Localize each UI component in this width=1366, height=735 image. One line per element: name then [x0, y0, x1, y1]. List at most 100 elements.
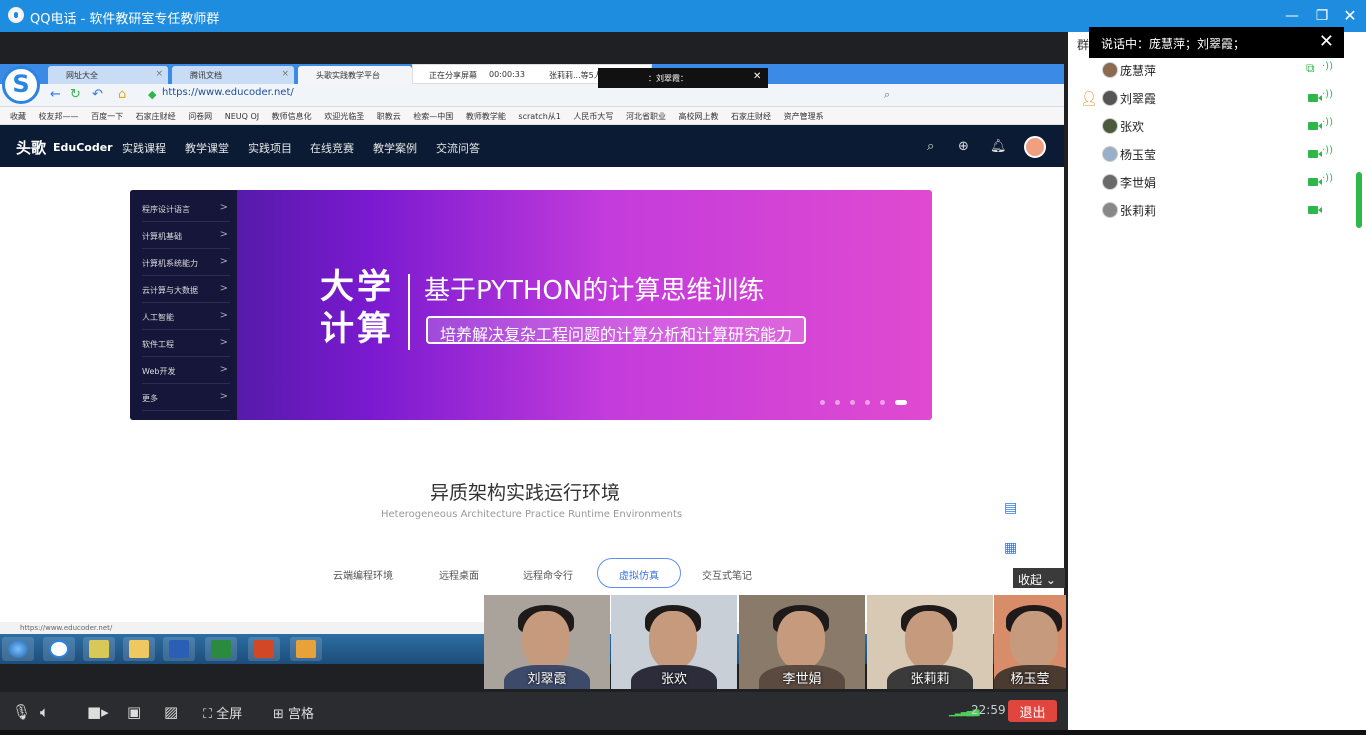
close-tab-icon[interactable]: × — [281, 69, 289, 79]
member-row[interactable]: 李世娟 ·)) — [1102, 168, 1352, 196]
category-item[interactable]: 计算机系统能力 > — [142, 250, 230, 276]
hero-banner[interactable]: 程序设计语言 > 计算机基础 > 计算机系统能力 > 云计算与大数据 > 人工智能 > 软… — [130, 190, 932, 420]
call-control-bar: 🎙︎ 🔈︎ ■▸ ▣ ▨ ⛶ 全屏 ⊞ 宫格 ▁▂▃▄▅ 22:59 退出 — [0, 692, 1068, 730]
url-input[interactable]: https://www.educoder.net/ — [162, 87, 294, 98]
site-logo[interactable]: 头歌 — [16, 137, 46, 158]
game-taskbar-icon[interactable] — [290, 637, 322, 661]
back-icon[interactable]: ← — [50, 87, 61, 102]
bookmark[interactable]: 收藏 — [10, 111, 26, 122]
section-subtitle: Heterogeneous Architecture Practice Runt… — [381, 509, 683, 520]
bookmark[interactable]: 河北省职业 — [626, 111, 666, 122]
bookmark[interactable]: 石家庄财经 — [731, 111, 771, 122]
microphone-icon[interactable]: 🎙︎ — [12, 703, 31, 721]
fullscreen-button[interactable]: ⛶ 全屏 — [203, 703, 242, 722]
carousel-dot[interactable] — [835, 400, 840, 405]
browser-tab[interactable]: 网址大全 × — [48, 66, 168, 84]
start-button[interactable] — [2, 637, 34, 661]
volume-icon: ·)) — [1322, 117, 1333, 128]
app-taskbar-icon[interactable] — [83, 637, 115, 661]
site-logo-en[interactable]: EduCoder — [53, 141, 113, 154]
exit-call-button[interactable]: 退出 — [1008, 700, 1057, 722]
nav-contests[interactable]: 在线竞赛 — [310, 140, 354, 156]
bookmark[interactable]: 教师教学能 — [466, 111, 506, 122]
category-item[interactable]: 更多 > — [142, 385, 230, 411]
bookmark[interactable]: 教师信息化 — [272, 111, 312, 122]
env-tab[interactable]: 远程命令行 — [523, 567, 573, 582]
whiteboard-icon[interactable]: ▨ — [164, 703, 178, 721]
category-item[interactable]: 人工智能 > — [142, 304, 230, 330]
carousel-dot-active[interactable] — [895, 400, 907, 405]
excel-taskbar-icon[interactable] — [205, 637, 237, 661]
bookmark[interactable]: 石家庄财经 — [136, 111, 176, 122]
env-tab-active[interactable]: 虚拟仿真 — [597, 558, 681, 588]
grid-button[interactable]: ⊞ 宫格 — [273, 703, 314, 722]
category-item[interactable]: 程序设计语言 > — [142, 196, 230, 222]
member-row[interactable]: 杨玉莹 ·)) — [1102, 140, 1352, 168]
bookmark[interactable]: 百度一下 — [91, 111, 123, 122]
chat-icon[interactable]: ▤ — [1004, 500, 1024, 520]
browser-taskbar-icon[interactable] — [43, 637, 75, 661]
category-item[interactable]: 云计算与大数据 > — [142, 277, 230, 303]
close-icon[interactable]: ✕ — [1319, 31, 1334, 52]
search-icon[interactable]: ⌕ — [927, 139, 934, 154]
nav-qa[interactable]: 交流问答 — [436, 140, 480, 156]
restore-icon[interactable]: ❐ — [1312, 6, 1332, 26]
member-row[interactable]: 庞慧萍 ⧉ ·)) — [1102, 56, 1352, 84]
member-row[interactable]: 张欢 ·)) — [1102, 112, 1352, 140]
nav-cases[interactable]: 教学案例 — [373, 140, 417, 156]
category-item[interactable]: Web开发 > — [142, 358, 230, 384]
video-tile[interactable]: 刘翠霞 — [484, 595, 610, 689]
env-tab[interactable]: 交互式笔记 — [702, 567, 752, 582]
collapse-button[interactable]: 收起 ⌄ — [1013, 568, 1065, 588]
video-tile[interactable]: 李世娟 — [739, 595, 865, 689]
add-icon[interactable]: ⊕ — [958, 139, 969, 154]
qrcode-icon[interactable]: ▦ — [1004, 540, 1024, 560]
browser-tab-active[interactable]: 头歌实践教学平台 — [298, 66, 412, 84]
bookmark[interactable]: 职教云 — [377, 111, 401, 122]
minimize-icon[interactable]: — — [1282, 6, 1302, 26]
bookmark[interactable]: 高校网上教 — [679, 111, 719, 122]
carousel-dot[interactable] — [865, 400, 870, 405]
category-item[interactable]: 计算机基础 > — [142, 223, 230, 249]
category-item[interactable]: 软件工程 > — [142, 331, 230, 357]
search-icon[interactable]: ⌕ — [884, 88, 890, 102]
video-name: 李世娟 — [782, 672, 822, 687]
nav-projects[interactable]: 实践项目 — [248, 140, 292, 156]
bookmark[interactable]: 人民币大写 — [573, 111, 613, 122]
bookmark[interactable]: NEUQ OJ — [225, 112, 259, 121]
member-row[interactable]: 张莉莉 — [1102, 196, 1352, 224]
bookmark[interactable]: scratch从1 — [518, 111, 560, 122]
camera-icon[interactable]: ■▸ — [87, 703, 109, 721]
member-row[interactable]: 刘翠霞 ·)) — [1102, 84, 1352, 112]
panel-scrollbar[interactable] — [1356, 172, 1362, 228]
browser-tab[interactable]: 腾讯文档 × — [172, 66, 294, 84]
avatar[interactable] — [1024, 136, 1046, 158]
env-tab[interactable]: 远程桌面 — [439, 567, 479, 582]
carousel-dot[interactable] — [880, 400, 885, 405]
env-tab[interactable]: 云端编程环境 — [333, 567, 393, 582]
close-icon[interactable]: ✕ — [1340, 6, 1360, 26]
undo-icon[interactable]: ↶ — [92, 87, 103, 102]
carousel-dot[interactable] — [850, 400, 855, 405]
video-tile[interactable]: 杨玉莹 — [994, 595, 1066, 689]
bookmark[interactable]: 欢迎光临圣 — [324, 111, 364, 122]
home-icon[interactable]: ⌂ — [118, 87, 126, 102]
video-tile[interactable]: 张欢 — [611, 595, 737, 689]
carousel-dot[interactable] — [820, 400, 825, 405]
screen-share-icon[interactable]: ▣ — [127, 703, 141, 721]
bookmark[interactable]: 校友邦—— — [39, 111, 79, 122]
bookmark[interactable]: 资产管理系 — [784, 111, 824, 122]
nav-classroom[interactable]: 教学课堂 — [185, 140, 229, 156]
close-icon[interactable]: ✕ — [753, 71, 761, 82]
folder-taskbar-icon[interactable] — [123, 637, 155, 661]
close-tab-icon[interactable]: × — [155, 69, 163, 79]
video-tile[interactable]: 张莉莉 — [867, 595, 993, 689]
word-taskbar-icon[interactable] — [163, 637, 195, 661]
bookmark[interactable]: 检索—中国 — [413, 111, 453, 122]
bell-icon[interactable]: 🔔︎ — [990, 139, 1007, 154]
refresh-icon[interactable]: ↻ — [70, 87, 81, 102]
bookmark[interactable]: 问卷网 — [188, 111, 212, 122]
powerpoint-taskbar-icon[interactable] — [248, 637, 280, 661]
nav-courses[interactable]: 实践课程 — [122, 140, 166, 156]
speaker-icon[interactable]: 🔈︎ — [40, 703, 49, 721]
